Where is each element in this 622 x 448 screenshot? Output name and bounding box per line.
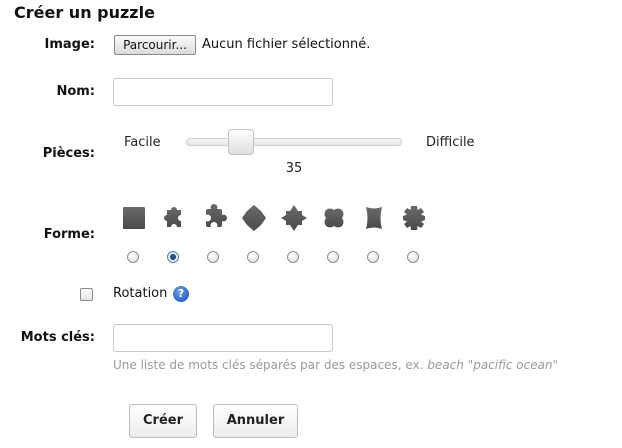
keywords-hint: Une liste de mots clés séparés par des e…	[113, 358, 558, 372]
help-icon[interactable]: ?	[173, 286, 189, 302]
keywords-label: Mots clés:	[20, 330, 95, 345]
square-piece-icon[interactable]	[120, 203, 148, 233]
pieces-value: 35	[285, 161, 303, 176]
keywords-hint-example: beach "pacific ocean"	[427, 358, 559, 372]
pointed-piece-icon[interactable]	[240, 203, 268, 233]
star-piece-icon[interactable]	[280, 203, 308, 233]
wavy-piece-icon[interactable]	[320, 203, 348, 233]
name-label: Nom:	[56, 84, 95, 99]
shape-radio[interactable]	[207, 251, 219, 263]
pieces-slider-thumb[interactable]	[227, 129, 254, 155]
pieces-label: Pièces:	[42, 146, 95, 161]
shape-radio[interactable]	[127, 251, 139, 263]
shape-radio[interactable]	[407, 251, 419, 263]
shape-radio[interactable]	[327, 251, 339, 263]
create-button[interactable]: Créer	[129, 404, 197, 438]
shape-radio[interactable]	[247, 251, 259, 263]
pieces-slider-track[interactable]	[186, 138, 402, 146]
rotation-checkbox[interactable]	[80, 288, 93, 301]
rounded-jigsaw-piece-icon[interactable]	[200, 203, 228, 233]
browse-button[interactable]: Parcourir...	[114, 35, 196, 55]
keywords-input[interactable]	[113, 324, 333, 352]
shape-radio[interactable]	[287, 251, 299, 263]
shape-label: Forme:	[43, 227, 95, 242]
file-status-text: Aucun fichier sélectionné.	[202, 37, 371, 52]
shape-radio[interactable]	[167, 251, 179, 263]
shape-radio[interactable]	[367, 251, 379, 263]
keywords-hint-text: Une liste de mots clés séparés par des e…	[113, 358, 424, 372]
gear-piece-icon[interactable]	[400, 203, 428, 233]
image-label: Image:	[44, 37, 95, 52]
concave-piece-icon[interactable]	[360, 203, 388, 233]
rotation-label: Rotation	[113, 286, 168, 301]
cancel-button[interactable]: Annuler	[213, 404, 298, 438]
slider-max-label: Difficile	[426, 135, 475, 150]
slider-min-label: Facile	[124, 135, 161, 150]
name-input[interactable]	[113, 78, 333, 106]
page-title: Créer un puzzle	[14, 3, 155, 22]
classic-jigsaw-piece-icon[interactable]	[160, 203, 188, 233]
